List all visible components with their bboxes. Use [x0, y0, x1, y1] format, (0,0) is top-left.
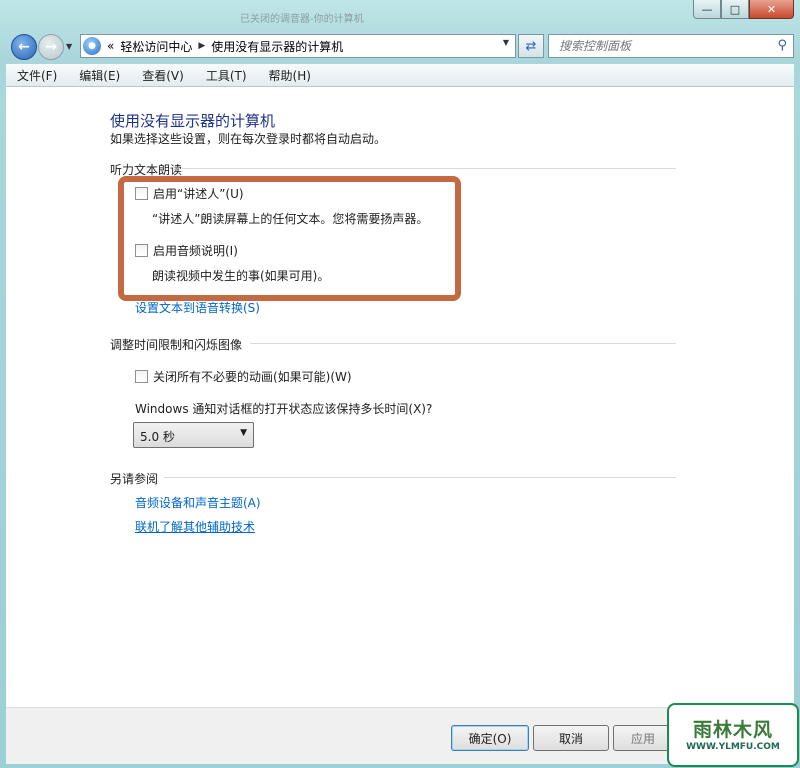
section-divider — [182, 168, 676, 169]
maximize-button[interactable]: □ — [721, 0, 749, 19]
section-divider — [250, 343, 676, 344]
page-title: 使用没有显示器的计算机 — [110, 112, 276, 130]
menu-view[interactable]: 查看(V) — [131, 67, 195, 84]
search-input[interactable] — [557, 38, 761, 54]
refresh-button[interactable]: ⇄ — [518, 34, 544, 58]
cancel-label: 取消 — [558, 731, 583, 746]
forward-button[interactable]: → — [38, 34, 64, 60]
assistive-tech-online-link[interactable]: 联机了解其他辅助技术 — [135, 518, 255, 535]
arrow-right-icon: → — [45, 39, 57, 55]
arrow-left-icon: ← — [18, 39, 30, 55]
section-heading-see-also: 另请参阅 — [110, 472, 159, 486]
animations-checkbox-row[interactable]: 关闭所有不必要的动画(如果可能)(W) — [135, 368, 352, 385]
page-subtitle: 如果选择这些设置，则在每次登录时都将自动启动。 — [110, 132, 387, 146]
address-prefix[interactable]: « — [107, 39, 114, 53]
watermark-logo: 雨林木风 WWW.YLMFU.COM — [667, 703, 799, 767]
navigation-bar: ← → ▼ ● « 轻松访问中心 ▶ 使用没有显示器的计算机 ▼ ⇄ ⚲ — [0, 30, 800, 62]
address-dropdown-icon[interactable]: ▼ — [503, 38, 509, 47]
notify-duration-select[interactable]: 5.0 秒 ▼ — [133, 422, 254, 448]
apply-label: 应用 — [630, 731, 655, 746]
menu-file[interactable]: 文件(F) — [6, 67, 68, 84]
section-divider — [164, 477, 676, 478]
search-box[interactable]: ⚲ — [548, 34, 794, 58]
menu-edit[interactable]: 编辑(E) — [68, 67, 131, 84]
window-title: 已关闭的调音器-你的计算机 — [240, 14, 364, 25]
chevron-down-icon: ▼ — [240, 428, 247, 438]
menu-bar: 文件(F) 编辑(E) 查看(V) 工具(T) 帮助(H) — [6, 64, 794, 87]
refresh-icon: ⇄ — [525, 38, 537, 54]
notify-duration-value: 5.0 秒 — [140, 430, 175, 444]
section-heading-time: 调整时间限制和闪烁图像 — [110, 338, 243, 352]
tts-settings-link[interactable]: 设置文本到语音转换(S) — [135, 299, 260, 316]
content-pane: 使用没有显示器的计算机 如果选择这些设置，则在每次登录时都将自动启动。 听力文本… — [6, 87, 794, 707]
animations-checkbox[interactable] — [135, 370, 148, 383]
menu-help[interactable]: 帮助(H) — [258, 67, 322, 84]
cancel-button[interactable]: 取消 — [533, 725, 609, 751]
minimize-icon: — — [701, 2, 713, 16]
watermark-brand: 雨林木风 — [692, 719, 773, 741]
breadcrumb-current-page[interactable]: 使用没有显示器的计算机 — [211, 38, 343, 55]
back-button[interactable]: ← — [11, 34, 37, 60]
close-icon: ✕ — [766, 2, 777, 16]
audio-devices-link[interactable]: 音频设备和声音主题(A) — [135, 494, 261, 511]
menu-tools[interactable]: 工具(T) — [195, 67, 258, 84]
maximize-icon: □ — [729, 2, 741, 16]
breadcrumb-separator-icon[interactable]: ▶ — [198, 41, 205, 51]
recent-pages-dropdown-icon[interactable]: ▼ — [66, 42, 72, 51]
ok-label: 确定(O) — [468, 731, 512, 746]
breadcrumb-ease-of-access[interactable]: 轻松访问中心 — [120, 38, 192, 55]
highlight-annotation-box — [118, 176, 461, 301]
title-bar[interactable]: 已关闭的调音器-你的计算机 — □ ✕ — [0, 0, 800, 30]
close-button[interactable]: ✕ — [749, 0, 794, 19]
search-icon[interactable]: ⚲ — [777, 38, 787, 53]
minimize-button[interactable]: — — [693, 0, 721, 19]
address-bar[interactable]: ● « 轻松访问中心 ▶ 使用没有显示器的计算机 ▼ — [80, 34, 516, 58]
ok-button[interactable]: 确定(O) — [451, 725, 529, 751]
notify-duration-question: Windows 通知对话框的打开状态应该保持多长时间(X)? — [135, 402, 433, 416]
control-panel-icon: ● — [83, 37, 101, 55]
watermark-url: WWW.YLMFU.COM — [686, 742, 780, 752]
animations-label[interactable]: 关闭所有不必要的动画(如果可能)(W) — [153, 370, 352, 384]
window-frame: 已关闭的调音器-你的计算机 — □ ✕ ← → ▼ ● « 轻松访问中心 ▶ 使… — [0, 0, 800, 768]
apply-button[interactable]: 应用 — [613, 725, 673, 751]
